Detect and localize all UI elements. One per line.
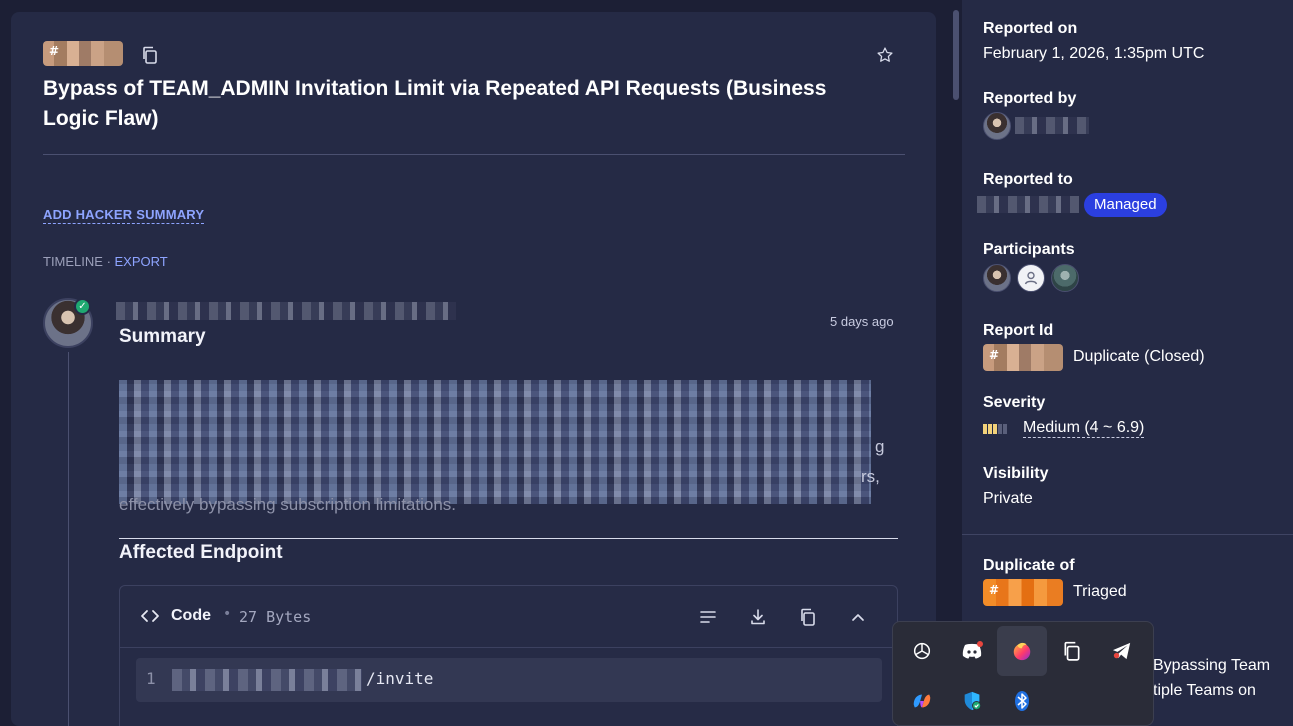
code-block-header: Code • 27 Bytes: [120, 586, 897, 648]
discord-icon: [962, 641, 983, 659]
summary-heading: Summary: [119, 326, 206, 347]
main-scrollbar[interactable]: [950, 0, 960, 726]
participants-label: Participants: [983, 241, 1075, 258]
program-name-redacted[interactable]: [977, 196, 1079, 213]
report-status: Duplicate (Closed): [1073, 348, 1205, 365]
timeline-connector: [68, 352, 69, 726]
download-icon: [751, 609, 765, 625]
severity-value-link[interactable]: Medium (4 ~ 6.9): [1023, 419, 1145, 438]
bookmark-star-button[interactable]: [871, 42, 899, 68]
severity-label: Severity: [983, 394, 1046, 411]
wrap-lines-button[interactable]: [694, 603, 722, 631]
summary-last-line: effectively bypassing subscription limit…: [119, 495, 457, 514]
copy-icon: [1064, 641, 1080, 661]
code-line-number: 1: [146, 669, 156, 688]
duplicate-report-badge[interactable]: #: [983, 579, 1063, 606]
managed-badge: Managed: [1084, 193, 1167, 217]
report-title: Bypass of TEAM_ADMIN Invitation Limit vi…: [43, 77, 827, 130]
report-id-badge[interactable]: #: [43, 41, 123, 66]
reported-on-label: Reported on: [983, 20, 1078, 37]
wrap-lines-icon: [700, 611, 716, 623]
report-sidebar: Reported on February 1, 2026, 1:35pm UTC…: [962, 0, 1293, 726]
visibility-value: Private: [983, 490, 1033, 507]
sidebar-report-id-badge[interactable]: #: [983, 344, 1063, 371]
chevron-up-icon: [852, 614, 864, 621]
report-id-label: Report Id: [983, 322, 1054, 339]
tray-chatgpt[interactable]: [897, 626, 947, 676]
bluetooth-icon: [1015, 691, 1029, 711]
comment-timestamp[interactable]: 5 days ago: [830, 314, 894, 329]
firefox-icon: [1013, 642, 1031, 661]
tray-defender[interactable]: [947, 676, 997, 726]
code-separator-dot: •: [223, 606, 232, 622]
timeline-export-row: TIMELINE · EXPORT: [43, 254, 168, 269]
verified-check-icon: ✓: [74, 298, 91, 315]
export-link[interactable]: EXPORT: [115, 254, 168, 269]
download-code-button[interactable]: [744, 603, 772, 631]
copy-icon: [143, 46, 157, 64]
reporter-name-redacted[interactable]: [116, 302, 456, 320]
report-id-hash: #: [49, 44, 60, 58]
code-line-1: 1 /invite: [136, 658, 882, 702]
defender-shield-icon: [964, 691, 982, 711]
code-block-title: Code: [171, 607, 211, 624]
participant-avatar-1[interactable]: [983, 264, 1011, 292]
reported-on-value: February 1, 2026, 1:35pm UTC: [983, 45, 1205, 62]
reporter-small-avatar[interactable]: [983, 112, 1011, 140]
code-size: 27 Bytes: [239, 608, 312, 626]
code-line-text: /invite: [366, 669, 434, 688]
title-divider: [43, 154, 905, 155]
duplicate-of-label: Duplicate of: [983, 557, 1075, 574]
tray-discord[interactable]: [947, 626, 997, 676]
redacted-summary-block: [119, 380, 871, 504]
star-icon: [877, 47, 893, 62]
duplicate-hash: #: [989, 583, 1000, 597]
severity-bars-icon: [983, 424, 1007, 434]
collapse-code-button[interactable]: [844, 603, 872, 631]
person-icon: [1024, 271, 1038, 285]
participant-avatar-3[interactable]: [1051, 264, 1079, 292]
report-main-panel: # Bypass of TEAM_ADMIN Invitation Limit …: [11, 12, 936, 726]
chatgpt-icon: [913, 642, 931, 660]
tray-firefox[interactable]: [997, 626, 1047, 676]
reported-to-label: Reported to: [983, 171, 1073, 188]
visibility-label: Visibility: [983, 465, 1049, 482]
code-block: Code • 27 Bytes 1 /invite: [119, 585, 898, 726]
code-host-redacted: [172, 669, 362, 691]
participant-avatar-2[interactable]: [1017, 264, 1045, 292]
sidebar-report-id-hash: #: [989, 348, 1000, 362]
reported-by-label: Reported by: [983, 90, 1077, 107]
code-brackets-icon: [141, 610, 159, 622]
affected-endpoint-heading: Affected Endpoint: [119, 542, 283, 563]
copy-icon: [801, 608, 815, 626]
telegram-icon: [1112, 642, 1131, 660]
tray-bluetooth[interactable]: [997, 676, 1047, 726]
duplicate-status: Triaged: [1073, 583, 1127, 600]
related-report-title-line1[interactable]: Bypassing Team: [1153, 657, 1270, 675]
tray-copilot[interactable]: [897, 676, 947, 726]
reporter-handle-redacted[interactable]: [1015, 117, 1089, 134]
section-divider: [119, 538, 898, 539]
copy-link-button[interactable]: [136, 41, 164, 69]
add-hacker-summary-link[interactable]: ADD HACKER SUMMARY: [43, 207, 205, 224]
related-report-title-line2[interactable]: tiple Teams on: [1153, 682, 1256, 700]
system-tray-overflow: [892, 621, 1154, 726]
sidebar-divider: [962, 534, 1293, 535]
main-scrollbar-thumb[interactable]: [953, 10, 959, 100]
summary-partial-b: rs,: [861, 467, 880, 486]
tray-telegram[interactable]: [1097, 626, 1147, 676]
summary-partial-a: g: [875, 437, 885, 456]
copy-code-button[interactable]: [794, 603, 822, 631]
tray-clipboard[interactable]: [1047, 626, 1097, 676]
copilot-icon: [913, 694, 931, 708]
timeline-label: TIMELINE ·: [43, 254, 115, 269]
